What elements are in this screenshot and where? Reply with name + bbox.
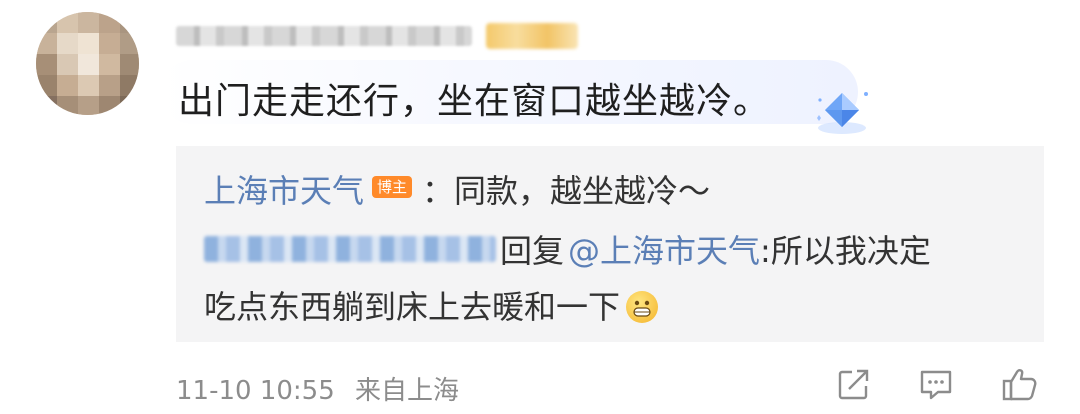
diamond-icon	[817, 92, 868, 134]
reply-action: 回复	[500, 232, 565, 270]
reply-line-1: 上海市天气 博主 ：同款，越坐越冷～	[204, 166, 710, 212]
reply-username-redacted[interactable]	[204, 236, 496, 262]
author-tag: 博主	[372, 176, 413, 198]
reply-line-3: 吃点东西躺到床上去暖和一下	[204, 282, 659, 328]
username-redacted	[176, 26, 472, 46]
reply-text-part2: 吃点东西躺到床上去暖和一下	[204, 288, 621, 326]
comment-location: 来自上海	[355, 376, 460, 406]
reply-author[interactable]: 上海市天气	[204, 166, 364, 212]
reply-text-part1: :所以我决定	[760, 232, 931, 270]
reply-text: ：同款，越坐越冷～	[422, 172, 711, 210]
commenter-username[interactable]	[176, 22, 578, 50]
comment-text: 出门走走还行，坐在窗口越坐越冷。	[178, 81, 771, 122]
grin-emoji-icon	[626, 291, 659, 323]
comment-meta: 11-10 10:55 来自上海	[176, 370, 471, 407]
reply-line-2: 回复 @上海市天气 :所以我决定	[204, 226, 931, 272]
share-icon[interactable]	[834, 364, 874, 404]
reply-mention[interactable]: @上海市天气	[568, 226, 760, 272]
like-icon[interactable]	[1000, 364, 1040, 404]
user-badge-redacted	[486, 23, 578, 49]
avatar[interactable]	[36, 12, 139, 115]
comment-icon[interactable]	[916, 364, 956, 404]
comment-timestamp: 11-10 10:55	[176, 376, 335, 406]
